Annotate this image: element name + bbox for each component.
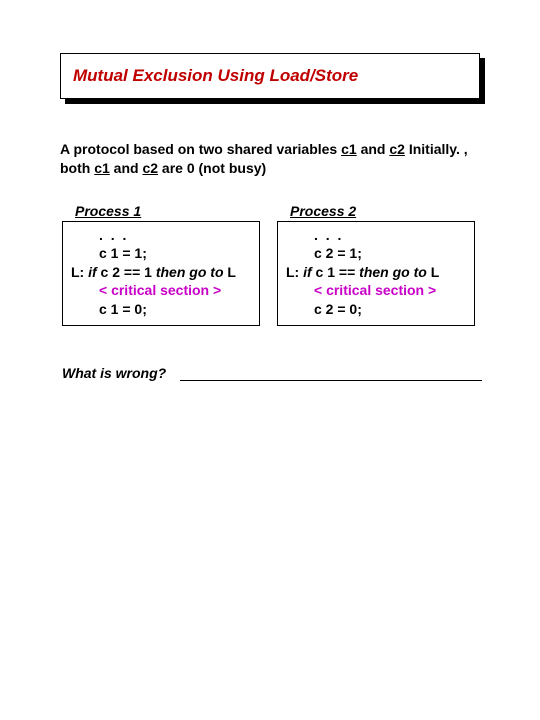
prompt-text: What is wrong? (62, 365, 166, 381)
process-1-label: Process 1 (75, 203, 141, 219)
p1-critical-section: < critical section > (69, 281, 253, 299)
p2-then-kw: then go to (359, 264, 427, 280)
process-1-code: . . . c 1 = 1; L: if c 2 == 1 then go to… (62, 221, 260, 326)
intro-c1: c1 (341, 141, 357, 157)
p2-if-tail: L (427, 264, 439, 280)
prompt-row: What is wrong? (62, 365, 482, 381)
intro-c1b: c1 (94, 160, 110, 176)
p1-stmt-3: c 1 = 0; (69, 300, 253, 318)
p2-if-kw: if (303, 264, 312, 280)
p2-if-label: L: (286, 264, 303, 280)
intro-text-2: and (357, 141, 390, 157)
slide-title: Mutual Exclusion Using Load/Store (73, 66, 358, 86)
p2-if-line: L: if c 1 == then go to L (284, 263, 468, 281)
p2-if-cond: c 1 == (312, 264, 359, 280)
process-2-label: Process 2 (290, 203, 356, 219)
p1-then-kw: then go to (156, 264, 224, 280)
intro-paragraph: A protocol based on two shared variables… (60, 140, 480, 178)
p1-if-kw: if (88, 264, 97, 280)
p2-stmt-3: c 2 = 0; (284, 300, 468, 318)
intro-text-5: are 0 (not busy) (158, 160, 266, 176)
p1-stmt-1: c 1 = 1; (69, 244, 253, 262)
title-box: Mutual Exclusion Using Load/Store (60, 53, 480, 99)
p1-if-tail: L (224, 264, 236, 280)
p1-if-line: L: if c 2 == 1 then go to L (69, 263, 253, 281)
intro-text-4: and (110, 160, 143, 176)
p1-if-cond: c 2 == 1 (97, 264, 156, 280)
process-2-code: . . . c 2 = 1; L: if c 1 == then go to L… (277, 221, 475, 326)
p2-critical-section: < critical section > (284, 281, 468, 299)
intro-c2b: c2 (142, 160, 158, 176)
p2-stmt-1: c 2 = 1; (284, 244, 468, 262)
intro-c2: c2 (389, 141, 405, 157)
prompt-blank-line (180, 367, 482, 381)
p2-ellipsis: . . . (284, 226, 468, 244)
intro-text-1: A protocol based on two shared variables (60, 141, 341, 157)
p1-if-label: L: (71, 264, 88, 280)
p1-ellipsis: . . . (69, 226, 253, 244)
